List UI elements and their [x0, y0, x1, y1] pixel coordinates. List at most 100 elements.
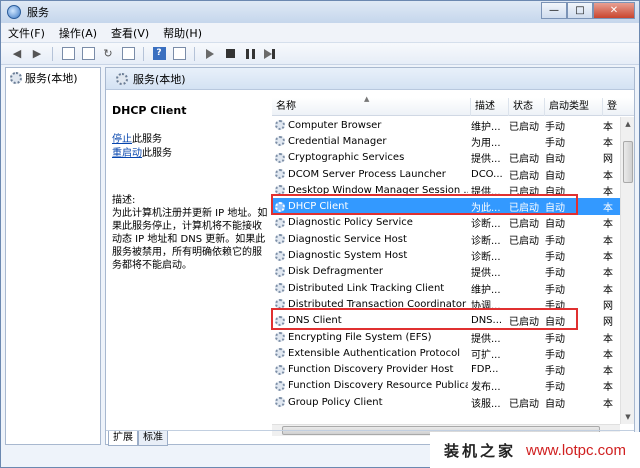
toolbar: ◀ ▶ ↻ ?	[1, 43, 639, 65]
service-gear-icon	[275, 348, 285, 359]
column-header-description[interactable]: 描述	[471, 98, 509, 116]
watermark-site-name: 装机之家	[443, 441, 516, 460]
service-startup-cell: 手动	[545, 235, 565, 247]
stop-service-icon[interactable]	[222, 46, 238, 62]
service-gear-icon	[275, 120, 285, 131]
restart-service-link[interactable]: 重启动	[112, 148, 142, 159]
forward-arrow-icon[interactable]: ▶	[29, 46, 45, 62]
tree-item-services-local[interactable]: 服务(本地)	[10, 70, 78, 86]
service-status-cell: 已启动	[509, 235, 539, 247]
minimize-button[interactable]: —	[541, 2, 567, 19]
service-gear-icon	[275, 397, 285, 408]
service-name-cell: Credential Manager	[272, 136, 468, 147]
table-row[interactable]: Encrypting File System (EFS) 提供... 手动 本	[272, 329, 620, 345]
refresh-icon[interactable]: ↻	[100, 46, 116, 62]
restart-suffix: 此服务	[142, 148, 172, 159]
console-tree-icon[interactable]	[60, 46, 76, 62]
service-startup-cell: 手动	[545, 382, 565, 394]
action-pane-icon[interactable]	[171, 46, 187, 62]
service-desc-cell: 诊断...	[471, 252, 501, 264]
restart-service-icon[interactable]	[262, 46, 278, 62]
scroll-up-icon[interactable]: ▲	[621, 117, 634, 131]
service-name-cell: DCOM Server Process Launcher	[272, 169, 468, 180]
service-name-cell: Cryptographic Services	[272, 152, 468, 163]
service-desc-cell: 可扩...	[471, 349, 501, 361]
service-logon-cell: 本	[603, 235, 613, 247]
service-startup-cell: 手动	[545, 268, 565, 280]
table-row[interactable]: Diagnostic Service Host 诊断... 已启动 手动 本	[272, 231, 620, 247]
service-logon-cell: 本	[603, 170, 613, 182]
help-icon[interactable]: ?	[151, 46, 167, 62]
maximize-button[interactable]: □	[567, 2, 593, 19]
vertical-scrollbar[interactable]: ▲ ▼	[620, 117, 634, 424]
service-desc-cell: 提供...	[471, 268, 501, 280]
back-arrow-icon[interactable]: ◀	[9, 46, 25, 62]
stop-service-link[interactable]: 停止	[112, 134, 132, 145]
service-gear-icon	[275, 283, 285, 294]
table-row[interactable]: Diagnostic Policy Service 诊断... 已启动 自动 本	[272, 215, 620, 231]
menu-action[interactable]: 操作(A)	[52, 25, 104, 41]
menu-help[interactable]: 帮助(H)	[156, 25, 209, 41]
toolbar-separator	[143, 46, 144, 61]
table-row[interactable]: Extensible Authentication Protocol 可扩... 手…	[272, 345, 620, 361]
properties-icon[interactable]	[80, 46, 96, 62]
table-row[interactable]: Credential Manager 为用... 手动 本	[272, 133, 620, 149]
menu-file[interactable]: 文件(F)	[1, 25, 52, 41]
toolbar-separator	[194, 46, 195, 61]
service-gear-icon	[275, 169, 285, 180]
service-logon-cell: 本	[603, 186, 613, 198]
service-name-cell: Diagnostic Service Host	[272, 234, 468, 245]
column-header-status[interactable]: 状态	[509, 98, 545, 116]
service-desc-cell: 诊断...	[471, 219, 501, 231]
service-logon-cell: 本	[603, 366, 613, 378]
gear-icon	[10, 72, 22, 84]
column-header-startup-type[interactable]: 启动类型	[545, 98, 603, 116]
watermark-url: www.lotpc.com	[525, 441, 627, 459]
service-name-cell: Distributed Link Tracking Client	[272, 283, 468, 294]
menu-view[interactable]: 查看(V)	[104, 25, 156, 41]
table-row[interactable]: Group Policy Client 该服... 已启动 自动 本	[272, 394, 620, 410]
tab-extended[interactable]: 扩展	[108, 431, 138, 446]
service-name-cell: Extensible Authentication Protocol	[272, 348, 468, 359]
service-gear-icon	[275, 266, 285, 277]
column-header-logon[interactable]: 登	[603, 98, 634, 116]
table-row[interactable]: DCOM Server Process Launcher DCO... 已启动 自动 本	[272, 166, 620, 182]
table-row[interactable]: Distributed Link Tracking Client 维护... 手动 本	[272, 280, 620, 296]
service-startup-cell: 手动	[545, 349, 565, 361]
service-startup-cell: 自动	[545, 219, 565, 231]
service-gear-icon	[275, 364, 285, 375]
services-app-icon	[7, 5, 21, 19]
table-row[interactable]: Disk Defragmenter 提供... 手动 本	[272, 264, 620, 280]
pause-service-icon[interactable]	[242, 46, 258, 62]
list-header: ▲ 名称 描述 状态 启动类型 登	[272, 96, 634, 116]
scroll-down-icon[interactable]: ▼	[621, 410, 634, 424]
service-name-cell: Diagnostic System Host	[272, 250, 468, 261]
service-logon-cell: 本	[603, 219, 613, 231]
window-title: 服务	[27, 6, 49, 19]
service-description: 为此计算机注册并更新 IP 地址。如果此服务停止，计算机将不能接收动态 IP 地…	[112, 208, 268, 271]
search-gear-icon	[116, 72, 128, 85]
service-status-cell: 已启动	[509, 154, 539, 166]
tab-standard[interactable]: 标准	[138, 431, 168, 446]
service-desc-cell: 提供...	[471, 154, 501, 166]
table-row[interactable]: Computer Browser 维护... 已启动 手动 本	[272, 117, 620, 133]
service-logon-cell: 网	[603, 154, 613, 166]
window-controls: — □ ✕	[541, 2, 635, 19]
stop-suffix: 此服务	[132, 134, 162, 145]
service-name-cell: Group Policy Client	[272, 397, 468, 408]
table-row[interactable]: Function Discovery Provider Host FDP... 手动…	[272, 361, 620, 377]
table-row[interactable]: Function Discovery Resource Publicati...…	[272, 378, 620, 394]
service-desc-cell: 提供...	[471, 333, 501, 345]
service-logon-cell: 本	[603, 349, 613, 361]
table-row[interactable]: Cryptographic Services 提供... 已启动 自动 网	[272, 150, 620, 166]
column-header-name[interactable]: ▲ 名称	[272, 96, 471, 116]
close-button[interactable]: ✕	[593, 2, 635, 19]
table-row[interactable]: Diagnostic System Host 诊断... 手动 本	[272, 247, 620, 263]
start-service-icon[interactable]	[202, 46, 218, 62]
service-desc-cell: 维护...	[471, 121, 501, 133]
title-bar[interactable]: 服务 — □ ✕	[1, 1, 639, 23]
service-startup-cell: 手动	[545, 284, 565, 296]
export-list-icon[interactable]	[120, 46, 136, 62]
service-name-cell: Function Discovery Provider Host	[272, 364, 468, 375]
vertical-scroll-thumb[interactable]	[623, 141, 633, 183]
